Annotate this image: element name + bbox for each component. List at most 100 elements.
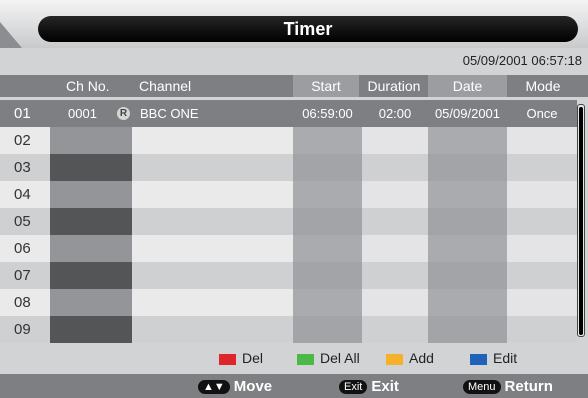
cell-duration: 02:00	[362, 100, 428, 127]
cell-mode	[507, 127, 577, 154]
exit-hint[interactable]: Exit Exit	[339, 377, 399, 397]
cell-start	[293, 127, 362, 154]
cell-ch-no	[50, 289, 132, 316]
cell-date: 05/09/2001	[428, 100, 507, 127]
cell-duration	[362, 208, 428, 235]
table-row[interactable]: 07	[0, 262, 577, 289]
header-date: Date	[428, 75, 507, 97]
cell-mode	[507, 208, 577, 235]
cell-mode	[507, 235, 577, 262]
cell-channel	[132, 154, 293, 181]
table-row[interactable]: 01 0001 R BBC ONE 06:59:00 02:00 05/09/2001 Onc…	[0, 100, 577, 127]
row-index: 05	[0, 208, 50, 235]
cell-ch-no	[50, 181, 132, 208]
title-bar: Timer	[0, 0, 588, 48]
cell-mode	[507, 316, 577, 343]
cell-ch-no	[50, 235, 132, 262]
cell-duration	[362, 262, 428, 289]
cell-date	[428, 154, 507, 181]
cell-channel	[132, 208, 293, 235]
row-index: 02	[0, 127, 50, 154]
row-index: 06	[0, 235, 50, 262]
table-header: Ch No. Channel Start Duration Date Mode	[0, 75, 588, 97]
cell-duration	[362, 154, 428, 181]
cell-date	[428, 127, 507, 154]
scrollbar-thumb[interactable]	[579, 107, 583, 335]
header-mode: Mode	[525, 78, 561, 94]
footer-hints: ▲▼ Move Exit Exit Menu Return	[0, 374, 588, 398]
cell-duration	[362, 127, 428, 154]
cell-channel	[132, 181, 293, 208]
cell-ch-no	[50, 208, 132, 235]
cell-ch-no: 0001 R	[50, 100, 132, 127]
cell-ch-no	[50, 262, 132, 289]
table-row[interactable]: 03	[0, 154, 577, 181]
arrow-keys-icon: ▲▼	[198, 380, 230, 395]
color-key-legend: Del Del All Add Edit	[0, 344, 588, 372]
cell-channel	[132, 235, 293, 262]
cell-start	[293, 289, 362, 316]
current-datetime: 05/09/2001 06:57:18	[462, 53, 582, 68]
timer-screen: Timer 05/09/2001 06:57:18 Ch No. Channel…	[0, 0, 588, 398]
table-row[interactable]: 04	[0, 181, 577, 208]
header-duration: Duration	[367, 78, 421, 94]
cell-start	[293, 262, 362, 289]
record-badge-icon: R	[117, 107, 130, 120]
table-row[interactable]: 08	[0, 289, 577, 316]
cell-channel: BBC ONE	[132, 100, 293, 127]
cell-start	[293, 154, 362, 181]
cell-start: 06:59:00	[293, 100, 362, 127]
cell-start	[293, 208, 362, 235]
ch-no-value: 0001	[68, 106, 97, 121]
legend-add[interactable]: Add	[386, 350, 434, 366]
cell-mode	[507, 154, 577, 181]
cell-duration	[362, 235, 428, 262]
row-index: 07	[0, 262, 50, 289]
yellow-key-icon	[386, 353, 403, 365]
cell-mode	[507, 262, 577, 289]
header-start: Start	[293, 75, 359, 97]
cell-mode: Once	[507, 100, 577, 127]
return-hint[interactable]: Menu Return	[463, 377, 553, 397]
table-row[interactable]: 05	[0, 208, 577, 235]
datetime-bar: 05/09/2001 06:57:18	[0, 48, 588, 74]
cell-date	[428, 289, 507, 316]
row-index: 08	[0, 289, 50, 316]
cell-channel	[132, 262, 293, 289]
table-row[interactable]: 02	[0, 127, 577, 154]
cell-duration	[362, 289, 428, 316]
cell-date	[428, 235, 507, 262]
cell-ch-no	[50, 127, 132, 154]
red-key-icon	[219, 353, 236, 365]
cell-duration	[362, 316, 428, 343]
cell-channel	[132, 316, 293, 343]
green-key-icon	[297, 353, 314, 365]
legend-edit[interactable]: Edit	[470, 350, 517, 366]
blue-key-icon	[470, 353, 487, 365]
scrollbar[interactable]	[577, 104, 585, 337]
row-index: 04	[0, 181, 50, 208]
cell-duration	[362, 181, 428, 208]
row-index: 09	[0, 316, 50, 343]
cell-ch-no	[50, 154, 132, 181]
table-row[interactable]: 09	[0, 316, 577, 343]
cell-mode	[507, 289, 577, 316]
header-ch-no: Ch No.	[66, 78, 110, 94]
cell-ch-no	[50, 316, 132, 343]
cell-date	[428, 181, 507, 208]
row-index: 03	[0, 154, 50, 181]
header-channel: Channel	[139, 78, 192, 94]
cell-mode	[507, 181, 577, 208]
cell-date	[428, 316, 507, 343]
legend-del[interactable]: Del	[219, 350, 263, 366]
cell-channel	[132, 289, 293, 316]
cell-date	[428, 262, 507, 289]
table-row[interactable]: 06	[0, 235, 577, 262]
exit-key-icon: Exit	[339, 380, 368, 395]
move-hint[interactable]: ▲▼ Move	[198, 377, 272, 397]
cell-start	[293, 181, 362, 208]
title-corner-decoration	[0, 22, 22, 48]
cell-start	[293, 235, 362, 262]
row-index: 01	[0, 100, 50, 127]
legend-del-all[interactable]: Del All	[297, 350, 360, 366]
